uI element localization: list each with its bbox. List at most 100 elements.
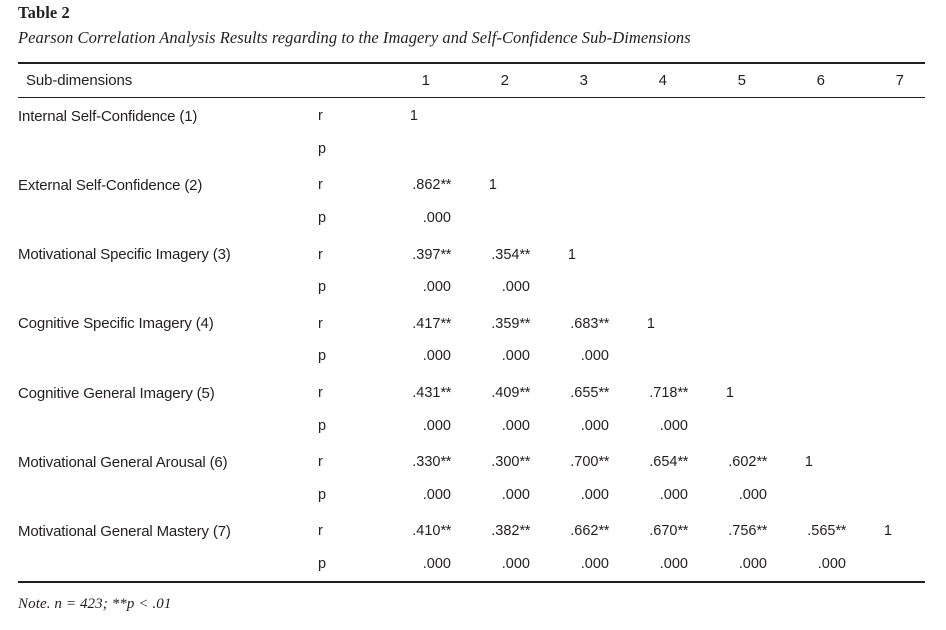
row-label: Cognitive General Imagery (5) xyxy=(18,384,215,402)
statistic-label-p: p xyxy=(318,210,327,227)
row-label: Internal Self-Confidence (1) xyxy=(18,107,198,125)
table-row: Motivational Specific Imagery (3) r .397**… xyxy=(18,235,925,270)
cell-p-5-1: .000 xyxy=(422,417,451,434)
cell-r-3-5 xyxy=(688,235,767,270)
statistic-label-r: r xyxy=(318,454,323,471)
cell-r-2-2: 1 xyxy=(488,177,497,194)
significance-stars: ** xyxy=(598,523,610,540)
cell-r-7-4: .670** xyxy=(649,523,688,540)
cell-r-6-3: .700** xyxy=(570,454,610,471)
header-col-4: 4 xyxy=(658,72,667,89)
cell-r-5-2: .409** xyxy=(491,385,530,402)
cell-p-1-4 xyxy=(609,132,688,167)
cell-p-6-4: .000 xyxy=(659,486,688,503)
significance-stars: ** xyxy=(598,454,610,471)
header-row: Sub-dimensions 1 2 3 4 5 6 7 xyxy=(18,64,925,97)
cell-p-1-7 xyxy=(846,132,925,167)
cell-p-5-5 xyxy=(688,408,767,443)
cell-p-3-6 xyxy=(767,270,846,305)
cell-p-2-6 xyxy=(767,201,846,236)
table-figure: Table 2 Pearson Correlation Analysis Res… xyxy=(0,0,946,630)
significance-stars: ** xyxy=(440,523,452,540)
cell-r-5-3: .655** xyxy=(570,385,610,402)
cell-r-7-7: 1 xyxy=(883,523,892,540)
significance-stars: ** xyxy=(677,454,689,471)
cell-r-6-5: .602** xyxy=(728,454,767,471)
row-label: Motivational Specific Imagery (3) xyxy=(18,246,231,264)
cell-r-1-1: 1 xyxy=(409,108,418,125)
cell-r-7-6: .565** xyxy=(807,523,847,540)
row-label-spacer xyxy=(18,201,318,236)
cell-r-1-3 xyxy=(530,97,609,132)
significance-stars: ** xyxy=(440,246,452,263)
cell-p-5-2: .000 xyxy=(501,417,530,434)
cell-r-1-2 xyxy=(451,97,530,132)
cell-r-4-1: .417** xyxy=(412,315,451,332)
cell-r-6-7 xyxy=(846,443,925,478)
header-col-3: 3 xyxy=(579,72,588,89)
cell-r-4-6 xyxy=(767,305,846,340)
cell-p-2-3 xyxy=(530,201,609,236)
table-body: Internal Self-Confidence (1) r 1 p External … xyxy=(18,97,925,581)
cell-p-7-6: .000 xyxy=(817,556,846,573)
cell-p-6-6 xyxy=(767,478,846,513)
cell-p-2-1: .000 xyxy=(422,210,451,227)
statistic-label-p: p xyxy=(318,556,327,573)
row-label-spacer xyxy=(18,408,318,443)
table-row: p .000 .000 .000 .000 .000 xyxy=(18,478,925,513)
cell-p-4-1: .000 xyxy=(422,348,451,365)
cell-r-3-2: .354** xyxy=(491,246,530,263)
cell-r-2-7 xyxy=(846,166,925,201)
cell-p-6-3: .000 xyxy=(580,486,609,503)
cell-p-1-2 xyxy=(451,132,530,167)
significance-stars: ** xyxy=(598,385,610,402)
cell-r-7-2: .382** xyxy=(491,523,531,540)
significance-stars: ** xyxy=(835,523,847,540)
header-col-6: 6 xyxy=(816,72,825,89)
cell-p-5-6 xyxy=(767,408,846,443)
cell-p-5-4: .000 xyxy=(659,417,688,434)
row-label-spacer xyxy=(18,270,318,305)
cell-r-1-5 xyxy=(688,97,767,132)
cell-r-2-4 xyxy=(609,166,688,201)
cell-p-1-5 xyxy=(688,132,767,167)
table-head: Sub-dimensions 1 2 3 4 5 6 7 xyxy=(18,64,925,97)
cell-p-2-7 xyxy=(846,201,925,236)
cell-p-7-3: .000 xyxy=(580,556,609,573)
statistic-label-p: p xyxy=(318,486,327,503)
row-label: External Self-Confidence (2) xyxy=(18,176,203,194)
cell-p-7-7 xyxy=(846,547,925,582)
table-note: Note. n = 423; **p < .01 xyxy=(18,596,172,612)
header-statistic xyxy=(318,64,372,97)
cell-p-2-5 xyxy=(688,201,767,236)
significance-stars: ** xyxy=(519,523,531,540)
significance-stars: ** xyxy=(519,315,531,332)
cell-r-5-4: .718** xyxy=(649,385,688,402)
cell-r-6-1: .330** xyxy=(412,454,451,471)
cell-p-6-7 xyxy=(846,478,925,513)
header-col-7: 7 xyxy=(895,72,904,89)
cell-r-7-1: .410** xyxy=(412,523,452,540)
cell-r-2-1: .862** xyxy=(412,177,451,194)
statistic-label-p: p xyxy=(318,348,327,365)
cell-r-2-5 xyxy=(688,166,767,201)
significance-stars: ** xyxy=(519,454,531,471)
cell-r-5-7 xyxy=(846,374,925,409)
cell-p-2-4 xyxy=(609,201,688,236)
header-sub-dimensions: Sub-dimensions xyxy=(26,72,133,89)
table-row: p .000 .000 .000 .000 .000 .000 xyxy=(18,547,925,582)
significance-stars: ** xyxy=(440,385,452,402)
cell-p-6-5: .000 xyxy=(738,486,767,503)
cell-p-4-4 xyxy=(609,339,688,374)
header-col-2: 2 xyxy=(500,72,509,89)
cell-p-5-3: .000 xyxy=(580,417,609,434)
cell-r-4-4: 1 xyxy=(646,315,655,332)
cell-r-3-3: 1 xyxy=(567,246,576,263)
cell-r-5-5: 1 xyxy=(725,385,734,402)
cell-r-5-6 xyxy=(767,374,846,409)
cell-r-1-7 xyxy=(846,97,925,132)
cell-r-3-1: .397** xyxy=(412,246,452,263)
statistic-label-p: p xyxy=(318,417,327,434)
cell-p-4-5 xyxy=(688,339,767,374)
table-row: Cognitive Specific Imagery (4) r .417** .35… xyxy=(18,305,925,340)
